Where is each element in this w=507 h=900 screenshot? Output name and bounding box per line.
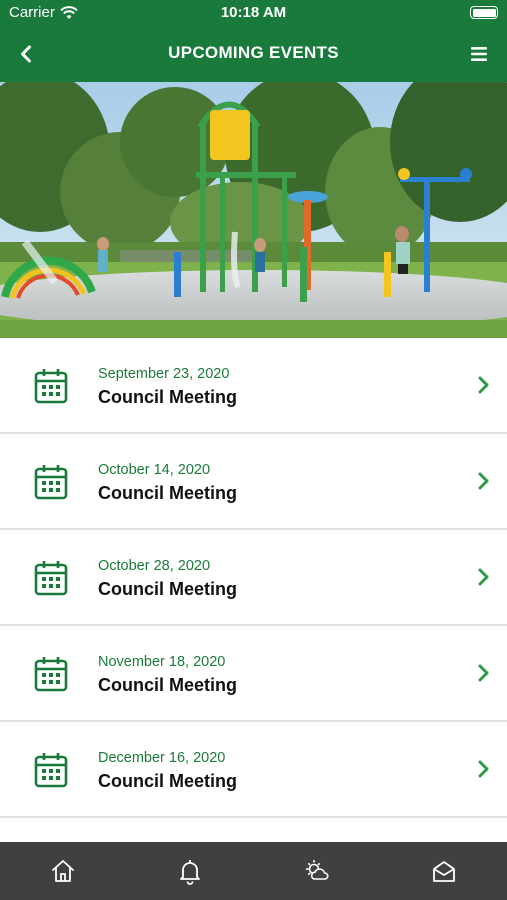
- event-date: September 23, 2020: [98, 366, 230, 382]
- chevron-right-icon: [478, 568, 489, 586]
- event-row[interactable]: November 18, 2020 Council Meeting: [0, 626, 507, 722]
- status-time: 10:18 AM: [220, 4, 287, 21]
- status-bar: Carrier 10:18 AM: [0, 0, 507, 26]
- hero-image: [0, 82, 507, 338]
- chevron-right-icon: [478, 472, 489, 490]
- event-name: Council Meeting: [98, 579, 237, 599]
- calendar-icon: [34, 465, 68, 500]
- bell-icon: [180, 860, 201, 885]
- chevron-right-icon: [478, 664, 489, 682]
- calendar-icon: [34, 561, 68, 596]
- event-row[interactable]: October 28, 2020 Council Meeting: [0, 530, 507, 626]
- event-date: October 14, 2020: [98, 462, 211, 478]
- tab-notifications[interactable]: [127, 842, 254, 900]
- tab-bar: [0, 842, 507, 900]
- chevron-right-icon: [478, 760, 489, 778]
- nav-bar: UPCOMING EVENTS: [0, 26, 507, 82]
- weather-icon: [305, 860, 329, 880]
- calendar-icon: [34, 657, 68, 692]
- calendar-icon: [34, 753, 68, 788]
- tab-messages[interactable]: [380, 842, 507, 900]
- splash-pad-photo: [0, 82, 507, 338]
- event-date: October 28, 2020: [98, 558, 211, 574]
- event-row[interactable]: September 23, 2020 Council Meeting: [0, 338, 507, 434]
- chevron-right-icon: [478, 376, 489, 394]
- tab-weather[interactable]: [254, 842, 381, 900]
- event-date: November 18, 2020: [98, 654, 226, 670]
- event-date: December 16, 2020: [98, 750, 226, 766]
- event-name: Council Meeting: [98, 387, 237, 407]
- hamburger-menu-icon: [471, 47, 487, 61]
- event-row[interactable]: October 14, 2020 Council Meeting: [0, 434, 507, 530]
- event-list: September 23, 2020 Council Meeting Octob…: [0, 338, 507, 858]
- event-row[interactable]: December 16, 2020 Council Meeting: [0, 722, 507, 818]
- calendar-icon: [34, 369, 68, 404]
- page-title: UPCOMING EVENTS: [168, 43, 339, 62]
- home-icon: [52, 860, 75, 882]
- event-name: Council Meeting: [98, 483, 237, 503]
- battery-icon: [470, 6, 498, 19]
- tab-home[interactable]: [0, 842, 127, 900]
- event-name: Council Meeting: [98, 675, 237, 695]
- event-name: Council Meeting: [98, 771, 237, 791]
- mail-icon: [432, 861, 455, 882]
- menu-button[interactable]: [463, 38, 495, 70]
